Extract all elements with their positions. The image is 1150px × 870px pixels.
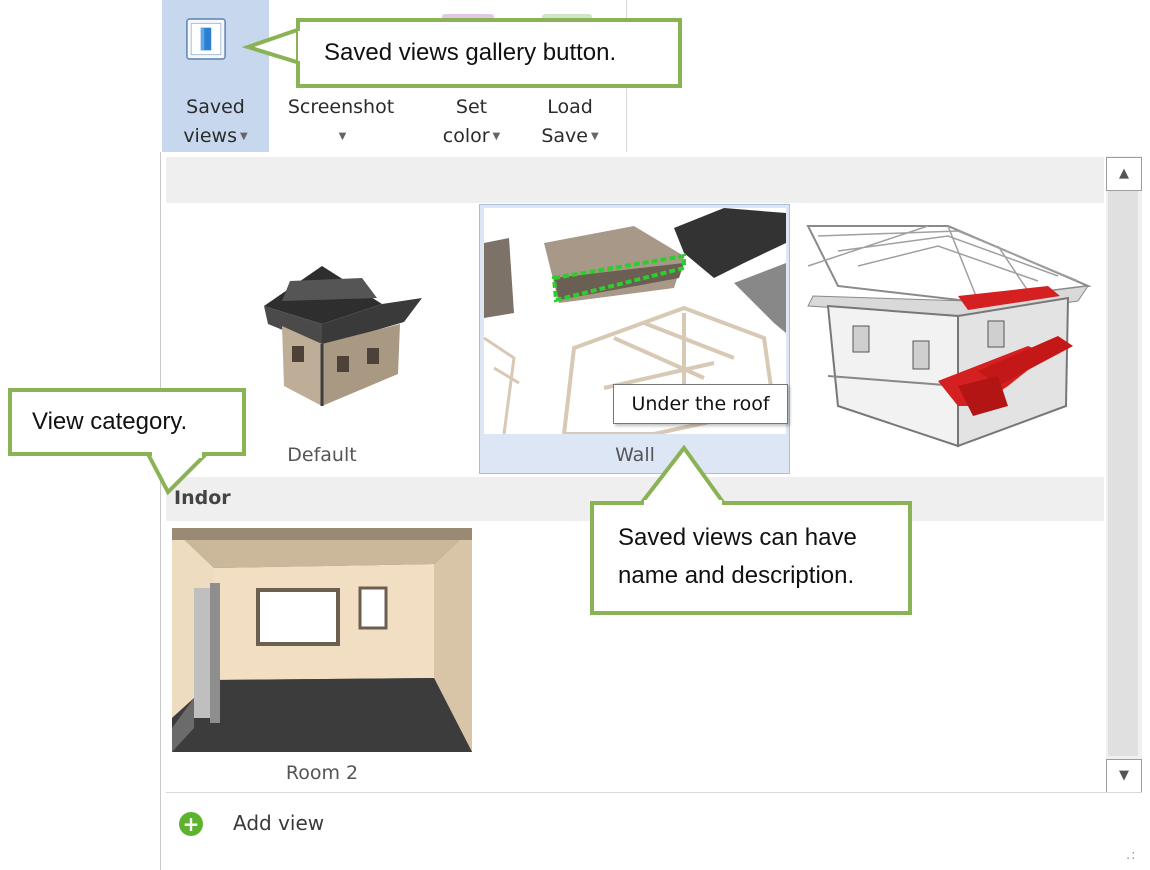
callout-text-line-1: Saved views can have xyxy=(618,524,857,551)
callout-gallery-button: Saved views gallery button. xyxy=(296,18,682,88)
callout-join xyxy=(152,450,202,458)
callout-name-description: Saved views can have name and descriptio… xyxy=(590,501,912,615)
callout-text-line-2: name and description. xyxy=(618,562,855,589)
callout-text: Saved views gallery button. xyxy=(324,39,617,66)
callout-text: View category. xyxy=(32,408,188,435)
callout-join xyxy=(644,500,722,508)
callout-join xyxy=(298,31,304,61)
callout-view-category: View category. xyxy=(8,388,246,456)
